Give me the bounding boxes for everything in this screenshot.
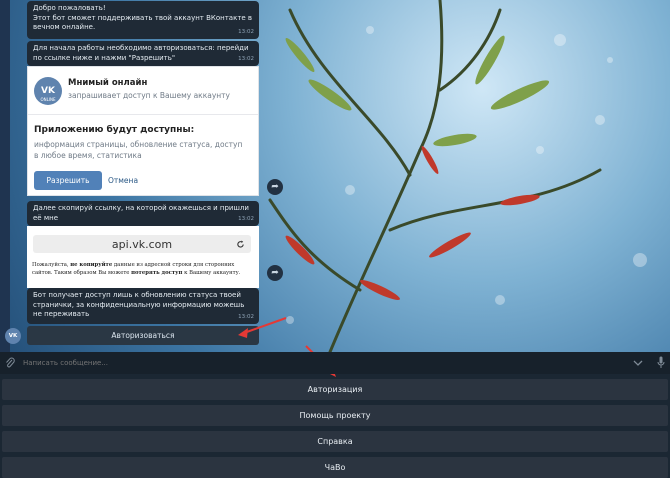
app-name: Мнимый онлайн xyxy=(68,78,148,88)
message-time: 13:02 xyxy=(238,215,254,222)
keyboard-button-help[interactable]: Помощь проекту xyxy=(2,405,668,426)
app-subtitle: запрашивает доступ к Вашему аккаунту xyxy=(68,91,230,100)
note-bold: потерять доступ xyxy=(131,269,183,276)
paperclip-icon[interactable] xyxy=(5,357,15,369)
cancel-link[interactable]: Отмена xyxy=(108,176,138,185)
note-bold: не копируйте xyxy=(70,262,113,268)
url-text: api.vk.com xyxy=(111,237,173,251)
allow-button[interactable]: Разрешить xyxy=(34,171,102,190)
message-time: 13:02 xyxy=(238,55,254,62)
vk-online-logo: VK ONLINE xyxy=(34,77,62,105)
logo-subtext: ONLINE xyxy=(40,97,56,102)
message-start: Для начала работы необходимо авторизоват… xyxy=(27,41,259,66)
message-status: Бот получает доступ лишь к обновлению ст… xyxy=(27,288,259,324)
warning-note: Пожалуйста, не копируйте данные из адрес… xyxy=(32,262,254,277)
keyboard-button-auth[interactable]: Авторизация xyxy=(2,379,668,400)
note-text: Пожалуйста, xyxy=(32,262,71,268)
message-text: Добро пожаловать! xyxy=(33,4,106,12)
left-edge xyxy=(0,0,10,352)
microphone-icon[interactable] xyxy=(657,356,665,369)
keyboard-button-reference[interactable]: Справка xyxy=(2,431,668,452)
share-icon[interactable]: ➦ xyxy=(267,179,283,195)
message-time: 13:02 xyxy=(238,313,254,320)
message-text: Для начала работы необходимо авторизоват… xyxy=(33,44,249,62)
bot-avatar[interactable]: VK xyxy=(5,328,21,344)
message-time: 13:02 xyxy=(238,28,254,35)
message-input-bar xyxy=(0,352,670,374)
message-copy: Далее скопируй ссылку, на которой окажеш… xyxy=(27,201,259,226)
logo-text: VK xyxy=(41,86,55,96)
message-input[interactable] xyxy=(20,355,613,371)
message-text: Далее скопируй ссылку, на которой окажеш… xyxy=(33,204,249,222)
address-bar: api.vk.com xyxy=(33,235,251,253)
message-text: Этот бот сможет поддерживать твой аккаун… xyxy=(33,13,253,32)
permissions-text: информация страницы, обновление статуса,… xyxy=(34,140,243,160)
url-screenshot-card: api.vk.com Пожалуйста, не копируйте данн… xyxy=(27,226,259,288)
divider xyxy=(28,114,258,115)
permissions-title: Приложению будут доступны: xyxy=(34,125,195,135)
message-text: Бот получает доступ лишь к обновлению ст… xyxy=(33,291,245,318)
refresh-icon xyxy=(237,240,244,248)
authorize-inline-button[interactable]: Авторизоваться xyxy=(27,326,259,345)
vk-auth-card: VK ONLINE Мнимый онлайн запрашивает дост… xyxy=(27,66,259,196)
chevron-down-icon[interactable] xyxy=(633,359,643,367)
share-icon[interactable]: ➦ xyxy=(267,265,283,281)
message-welcome: Добро пожаловать! Этот бот сможет поддер… xyxy=(27,1,259,39)
note-text: к Вашему аккаунту. xyxy=(182,269,241,276)
